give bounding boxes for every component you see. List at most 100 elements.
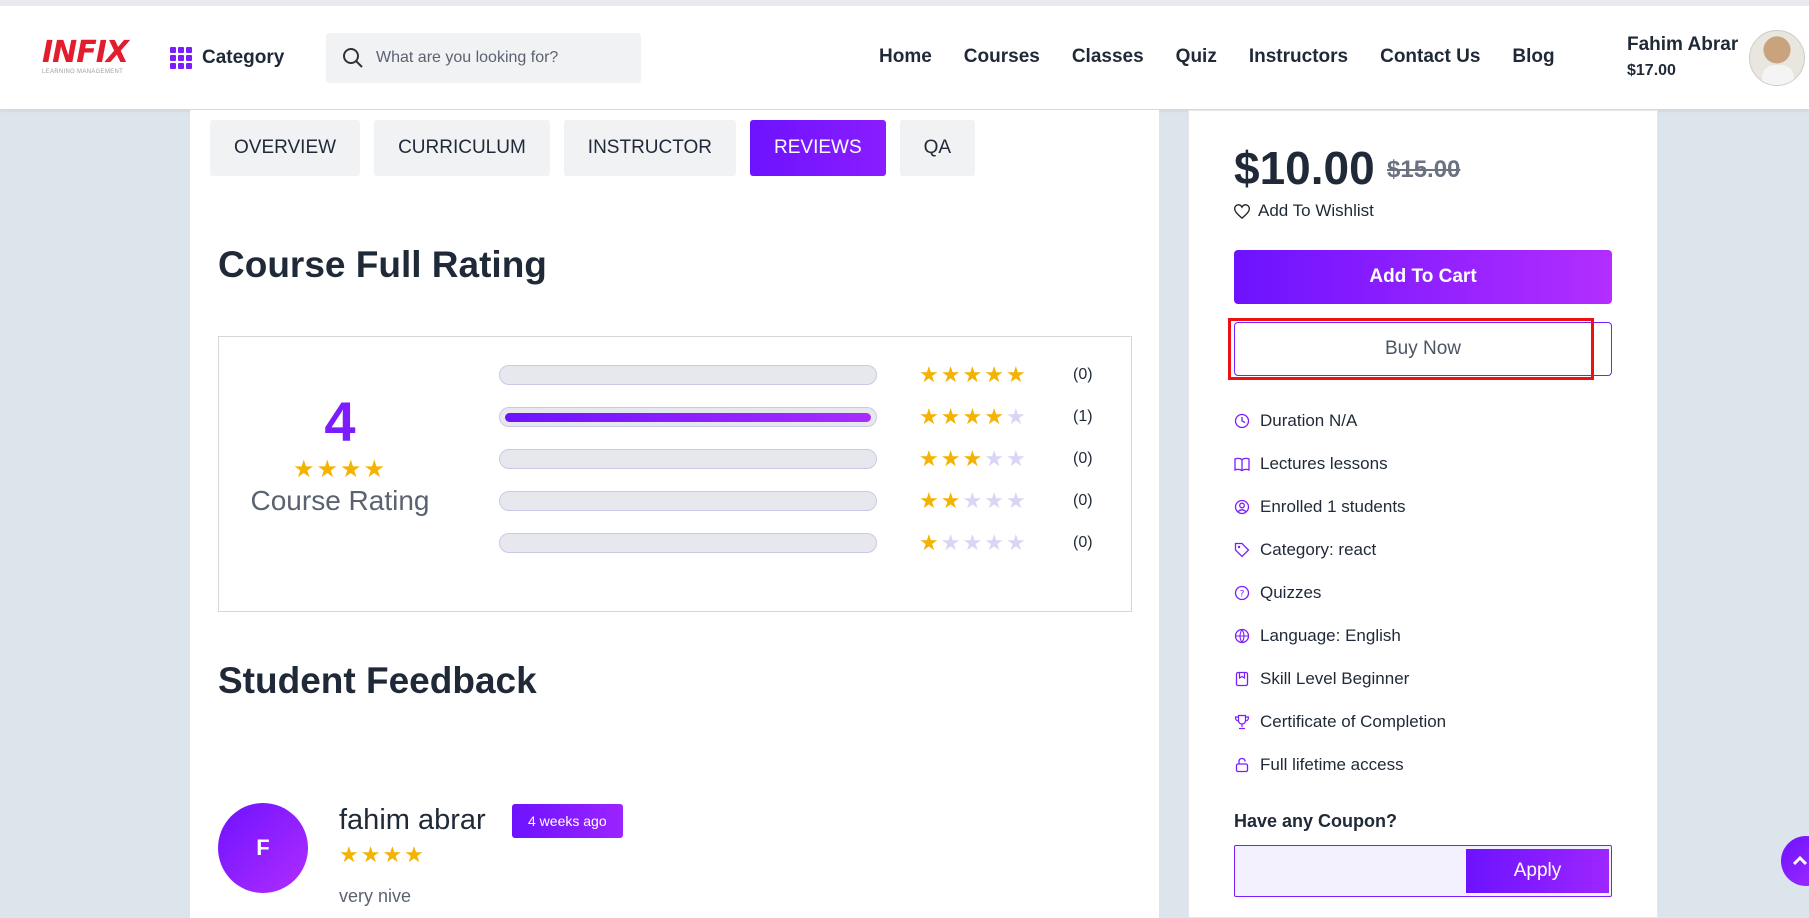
tab-qa[interactable]: QA (899, 120, 976, 176)
scroll-to-top-button[interactable] (1781, 836, 1809, 886)
avatar[interactable] (1749, 30, 1805, 86)
review-time-badge: 4 weeks ago (512, 804, 623, 838)
rating-row-stars: ★★★★★ (919, 488, 1028, 514)
quiz-icon: ? (1234, 585, 1250, 601)
add-to-cart-button[interactable]: Add To Cart (1234, 250, 1612, 304)
rating-bar (499, 491, 877, 511)
star-filled-icon: ★ (940, 362, 963, 387)
grid-icon (170, 47, 192, 69)
star-filled-icon: ★ (962, 362, 985, 387)
rating-row-count: (0) (1073, 450, 1093, 467)
heart-icon (1234, 203, 1250, 219)
user-balance: $17.00 (1627, 62, 1676, 79)
course-rating-label: Course Rating (250, 485, 430, 516)
course-tabs: OVERVIEW CURRICULUM INSTRUCTOR REVIEWS Q… (210, 120, 976, 176)
rating-row-stars: ★★★★★ (919, 362, 1028, 388)
star-empty-icon: ★ (940, 530, 963, 555)
nav-classes[interactable]: Classes (1072, 46, 1144, 68)
feedback-title: Student Feedback (218, 660, 537, 701)
review-stars: ★★★★ (339, 842, 426, 867)
rating-bar (499, 365, 877, 385)
feature-text: Quizzes (1260, 583, 1322, 602)
star-empty-icon: ★ (984, 530, 1006, 555)
feature-text: Certificate of Completion (1260, 712, 1447, 731)
language-icon (1234, 628, 1250, 644)
feature-text: Full lifetime access (1260, 755, 1404, 774)
star-filled-icon: ★ (919, 362, 941, 387)
star-empty-icon: ★ (962, 488, 985, 513)
star-empty-icon: ★ (1005, 404, 1028, 429)
feature-text: Enrolled 1 students (1260, 497, 1406, 516)
star-empty-icon: ★ (962, 530, 985, 555)
wishlist-label: Add To Wishlist (1258, 201, 1374, 220)
nav-blog[interactable]: Blog (1512, 46, 1554, 68)
feature-text: Lectures lessons (1260, 454, 1388, 473)
tab-overview[interactable]: OVERVIEW (210, 120, 361, 176)
rating-row-count: (0) (1073, 534, 1093, 551)
average-stars: ★★★★ (292, 456, 388, 483)
search-box[interactable] (326, 33, 641, 83)
nav-instructors[interactable]: Instructors (1249, 46, 1348, 68)
star-filled-icon: ★ (919, 530, 941, 555)
site-logo[interactable]: INFIX LEARNING MANAGEMENT (42, 38, 134, 78)
nav-quiz[interactable]: Quiz (1176, 46, 1217, 68)
review-item: F fahim abrar 4 weeks ago ★★★★ very nive (218, 792, 1118, 912)
rating-row-5-star: ★★★★★ (0) (499, 362, 1119, 388)
chevron-up-icon (1793, 855, 1807, 866)
tag-icon (1234, 542, 1250, 558)
feature-text: Skill Level Beginner (1260, 669, 1410, 688)
rating-row-2-star: ★★★★★ (0) (499, 488, 1119, 514)
book-icon (1234, 457, 1250, 472)
purchase-card: $10.00 $15.00 Add To Wishlist Add To Car… (1188, 110, 1658, 918)
review-text: very nive (339, 886, 412, 906)
tab-instructor[interactable]: INSTRUCTOR (563, 120, 737, 176)
search-icon (343, 48, 363, 68)
trophy-icon (1234, 714, 1250, 730)
feature-item: Category: react (1234, 540, 1376, 560)
star-empty-icon: ★ (1005, 530, 1028, 555)
nav-home[interactable]: Home (879, 46, 932, 68)
tab-reviews[interactable]: REVIEWS (750, 120, 886, 176)
course-details-card: OVERVIEW CURRICULUM INSTRUCTOR REVIEWS Q… (190, 110, 1159, 918)
search-input[interactable] (376, 49, 616, 67)
logo-text: INFIX (42, 35, 129, 70)
feature-item: Skill Level Beginner (1234, 669, 1409, 689)
svg-text:?: ? (1240, 590, 1245, 600)
rating-bar-fill (505, 413, 871, 422)
star-empty-icon: ★ (984, 446, 1006, 471)
site-header: INFIX LEARNING MANAGEMENT Category Home … (0, 0, 1809, 110)
star-filled-icon: ★ (940, 488, 963, 513)
star-filled-icon: ★ (984, 404, 1006, 429)
feature-item: Duration N/A (1234, 411, 1357, 431)
nav-contact-us[interactable]: Contact Us (1380, 46, 1480, 68)
browser-edge (0, 0, 1809, 6)
feature-item: ? Quizzes (1234, 583, 1321, 603)
clock-icon (1234, 413, 1250, 429)
feature-item: Certificate of Completion (1234, 712, 1446, 732)
star-empty-icon: ★ (984, 488, 1006, 513)
star-filled-icon: ★ (940, 446, 963, 471)
buy-now-button[interactable]: Buy Now (1234, 322, 1612, 376)
category-button[interactable]: Category (170, 46, 284, 70)
rating-row-1-star: ★★★★★ (0) (499, 530, 1119, 555)
lock-icon (1235, 757, 1249, 773)
star-filled-icon: ★ (919, 488, 941, 513)
average-rating: 4 (324, 390, 356, 453)
old-price: $15.00 (1387, 156, 1461, 183)
coupon-input[interactable] (1235, 846, 1463, 896)
star-empty-icon: ★ (1005, 488, 1028, 513)
tab-curriculum[interactable]: CURRICULUM (374, 120, 550, 176)
feature-text: Language: English (1260, 626, 1401, 645)
main-nav: Home Courses Classes Quiz Instructors Co… (879, 46, 1587, 68)
user-icon (1234, 499, 1250, 515)
star-filled-icon: ★ (984, 362, 1006, 387)
rating-bar (499, 449, 877, 469)
star-empty-icon: ★ (1005, 446, 1028, 471)
wishlist-link[interactable]: Add To Wishlist (1234, 201, 1374, 221)
user-menu[interactable]: Fahim Abrar $17.00 (1627, 34, 1738, 80)
nav-courses[interactable]: Courses (964, 46, 1040, 68)
coupon-form: Apply (1234, 845, 1612, 897)
rating-summary: 4 ★★★★ Course Rating ★★★★★ (0) ★★★★★ (1) ★★★… (218, 336, 1132, 612)
user-name: Fahim Abrar (1627, 34, 1739, 55)
apply-coupon-button[interactable]: Apply (1466, 849, 1609, 893)
